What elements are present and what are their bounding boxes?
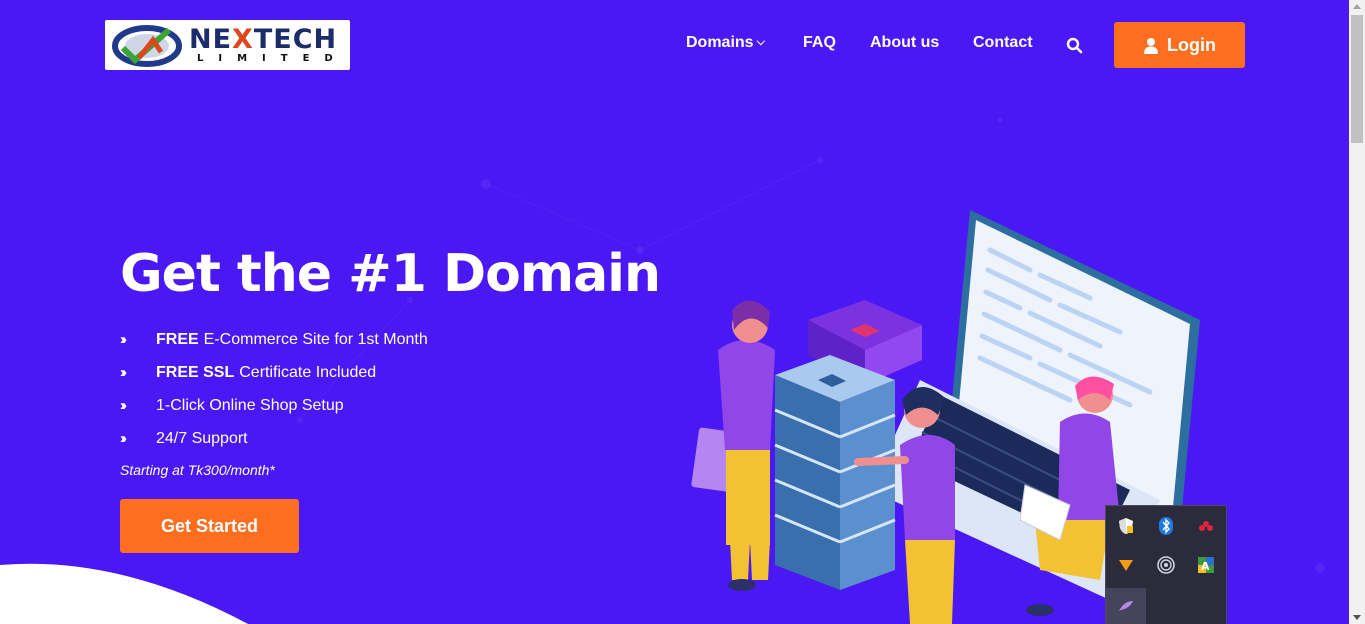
bluetooth-icon[interactable] xyxy=(1155,515,1177,537)
nav-item-domains[interactable]: Domains ⌵ xyxy=(686,34,765,52)
landing-page: NEXTECH LIMITED Domains ⌵ FAQ About us Co… xyxy=(0,0,1349,624)
svg-text:A: A xyxy=(1201,560,1210,573)
list-item: ›› FREE SSL Certificate Included xyxy=(120,363,377,382)
keyboard-language-icon[interactable]: A xyxy=(1195,554,1217,576)
system-tray-overflow: A xyxy=(1105,505,1227,624)
nav-item-contact[interactable]: Contact xyxy=(973,34,1033,52)
nav-item-about[interactable]: About us xyxy=(870,34,939,52)
vlc-cone-icon[interactable] xyxy=(1115,554,1137,576)
scroll-up-arrow-icon[interactable] xyxy=(1353,4,1361,9)
double-chevron-right-icon: ›› xyxy=(120,430,127,447)
brand-logo[interactable]: NEXTECH LIMITED xyxy=(105,20,350,70)
network-icon[interactable] xyxy=(1155,554,1177,576)
list-item: ›› 1-Click Online Shop Setup xyxy=(120,396,344,415)
logo-subtitle: LIMITED xyxy=(197,53,348,64)
list-item: ›› 24/7 Support xyxy=(120,429,248,448)
logo-emblem-icon xyxy=(112,25,182,67)
wave-decoration xyxy=(0,563,249,624)
app-red-icon[interactable] xyxy=(1195,515,1217,537)
user-icon xyxy=(1144,37,1158,54)
scroll-down-arrow-icon[interactable] xyxy=(1353,615,1361,620)
page-scrollbar[interactable] xyxy=(1349,0,1365,624)
search-icon[interactable] xyxy=(1066,37,1083,54)
logo-wordmark: NEXTECH xyxy=(189,24,338,55)
login-label: Login xyxy=(1167,34,1216,55)
security-shield-icon[interactable] xyxy=(1115,515,1137,537)
pricing-note: Starting at Tk300/month* xyxy=(120,462,275,478)
double-chevron-right-icon: ›› xyxy=(120,397,127,414)
login-button[interactable]: Login xyxy=(1114,22,1245,68)
nav-item-label: Domains xyxy=(686,34,754,51)
scroll-thumb[interactable] xyxy=(1351,15,1363,143)
double-chevron-right-icon: ›› xyxy=(120,364,127,381)
feature-list: ›› FREE E-Commerce Site for 1st Month ›› FR… xyxy=(120,323,428,455)
nav-item-faq[interactable]: FAQ xyxy=(803,34,836,52)
list-item: ›› FREE E-Commerce Site for 1st Month xyxy=(120,330,428,349)
feather-icon[interactable] xyxy=(1106,588,1146,624)
chevron-down-icon: ⌵ xyxy=(756,36,765,48)
get-started-button[interactable]: Get Started xyxy=(120,499,299,553)
double-chevron-right-icon: ›› xyxy=(120,331,127,348)
hero-title: Get the #1 Domain xyxy=(120,244,661,304)
